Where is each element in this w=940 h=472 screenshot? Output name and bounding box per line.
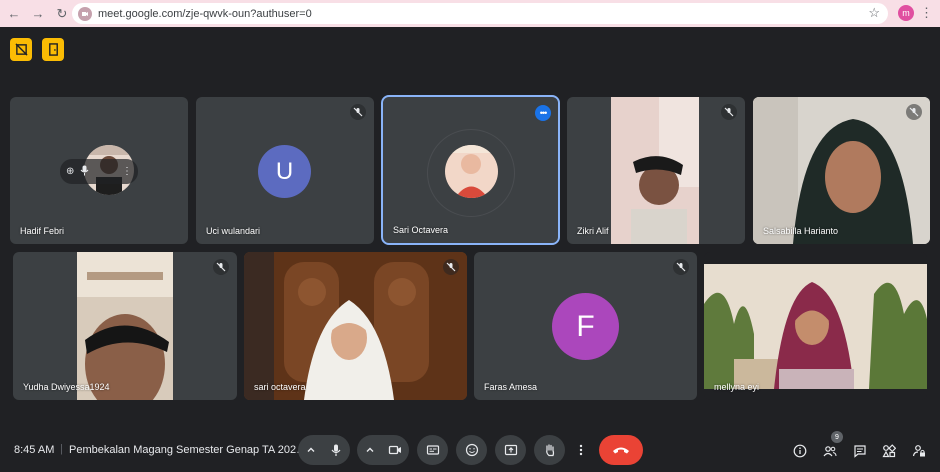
activities-icon <box>882 444 896 458</box>
participant-name: Hadif Febri <box>20 226 65 236</box>
participant-tile[interactable]: mellyna eyi <box>704 252 927 400</box>
video-feed <box>244 252 467 400</box>
meeting-clock: 8:45 AM <box>14 444 55 456</box>
camera-icon[interactable] <box>382 435 407 465</box>
participant-avatar <box>445 145 498 198</box>
participant-name: Sari Octavera <box>393 225 449 235</box>
lock-person-icon <box>912 445 925 457</box>
mic-off-icon <box>906 104 922 120</box>
participant-name: Zikri Alif <box>577 226 609 236</box>
present-screen-icon <box>504 444 517 456</box>
participant-tile[interactable]: Yudha Dwiyessa1924 <box>13 252 237 400</box>
meeting-controls-bar: 8:45 AM | Pembekalan Magang Semester Gen… <box>0 431 940 472</box>
people-button[interactable] <box>821 442 839 460</box>
participant-name: Uci wulandari <box>206 226 261 236</box>
forward-icon[interactable]: → <box>28 4 48 24</box>
pin-icon[interactable]: ⊕ <box>66 166 74 177</box>
profile-avatar[interactable]: m <box>898 5 914 21</box>
site-info-icon[interactable] <box>78 6 92 21</box>
more-options-icon[interactable]: ⋮ <box>122 166 132 177</box>
tile-hover-controls[interactable]: ⊕ ⋮ <box>60 159 138 184</box>
browser-menu-icon[interactable]: ⋮ <box>920 5 933 21</box>
participant-avatar: U <box>258 145 311 198</box>
reactions-button[interactable] <box>456 435 487 465</box>
people-icon <box>823 446 837 457</box>
raise-hand-button[interactable] <box>534 435 565 465</box>
video-feed <box>704 264 927 389</box>
captions-icon <box>426 445 439 455</box>
more-options-icon[interactable]: ••• <box>535 105 551 121</box>
participant-tile[interactable]: F Faras Amesa <box>474 252 697 400</box>
participant-name: mellyna eyi <box>714 382 760 392</box>
participant-tile[interactable]: Salsabilla Harianto <box>753 97 930 244</box>
separator: | <box>60 443 63 455</box>
camera-control[interactable] <box>357 435 409 465</box>
mic-control[interactable] <box>298 435 350 465</box>
reload-icon[interactable]: ↻ <box>52 4 72 24</box>
door-icon[interactable] <box>42 38 64 61</box>
mic-off-icon <box>673 259 689 275</box>
hang-up-icon <box>613 447 629 454</box>
participant-name: sari octavera <box>254 382 306 392</box>
participant-tile[interactable]: Zikri Alif <box>567 97 745 244</box>
participant-tile[interactable]: ⊕ ⋮ Hadif Febri <box>10 97 188 244</box>
mic-off-icon <box>213 259 229 275</box>
leave-call-button[interactable] <box>599 435 643 465</box>
back-icon[interactable]: ← <box>4 4 24 24</box>
address-bar[interactable]: meet.google.com/zje-qwvk-oun?authuser=0 … <box>72 3 888 24</box>
participant-tile[interactable]: U Uci wulandari <box>196 97 374 244</box>
activities-button[interactable] <box>880 442 898 460</box>
participant-tile-active[interactable]: ••• Sari Octavera <box>381 95 560 245</box>
meeting-details-button[interactable] <box>791 442 809 460</box>
participant-name: Faras Amesa <box>484 382 538 392</box>
present-button[interactable] <box>495 435 526 465</box>
mic-off-icon <box>721 104 737 120</box>
participant-name: Yudha Dwiyessa1924 <box>23 382 110 392</box>
hand-icon <box>545 444 554 457</box>
participant-name: Salsabilla Harianto <box>763 226 839 236</box>
video-feed <box>611 97 699 244</box>
meet-stage: ⊕ ⋮ Hadif Febri U Uci wulandari ••• Sari… <box>0 27 940 472</box>
participant-count-badge: 9 <box>831 431 843 443</box>
mic-off-icon <box>443 259 459 275</box>
mic-options-chevron-icon[interactable] <box>298 435 323 465</box>
mic-off-icon <box>350 104 366 120</box>
meeting-title: Pembekalan Magang Semester Genap TA 202… <box>69 444 308 456</box>
emoji-icon <box>465 443 478 457</box>
host-controls-button[interactable] <box>910 442 928 460</box>
bookmark-star-icon[interactable]: ☆ <box>868 5 880 21</box>
notes-off-icon[interactable] <box>10 38 32 61</box>
more-vert-icon <box>579 444 583 456</box>
chat-icon <box>854 445 866 458</box>
camera-options-chevron-icon[interactable] <box>357 435 382 465</box>
chat-button[interactable] <box>851 442 869 460</box>
video-feed <box>77 252 173 400</box>
mic-icon[interactable] <box>80 165 89 179</box>
url-text[interactable]: meet.google.com/zje-qwvk-oun?authuser=0 <box>98 8 312 20</box>
mic-icon[interactable] <box>323 435 348 465</box>
more-options-button[interactable] <box>572 435 590 465</box>
captions-button[interactable] <box>417 435 448 465</box>
participant-avatar: F <box>552 293 619 360</box>
browser-toolbar: ← → ↻ meet.google.com/zje-qwvk-oun?authu… <box>0 0 940 27</box>
info-icon <box>793 444 807 458</box>
video-feed <box>753 97 930 244</box>
participant-tile[interactable]: sari octavera <box>244 252 467 400</box>
